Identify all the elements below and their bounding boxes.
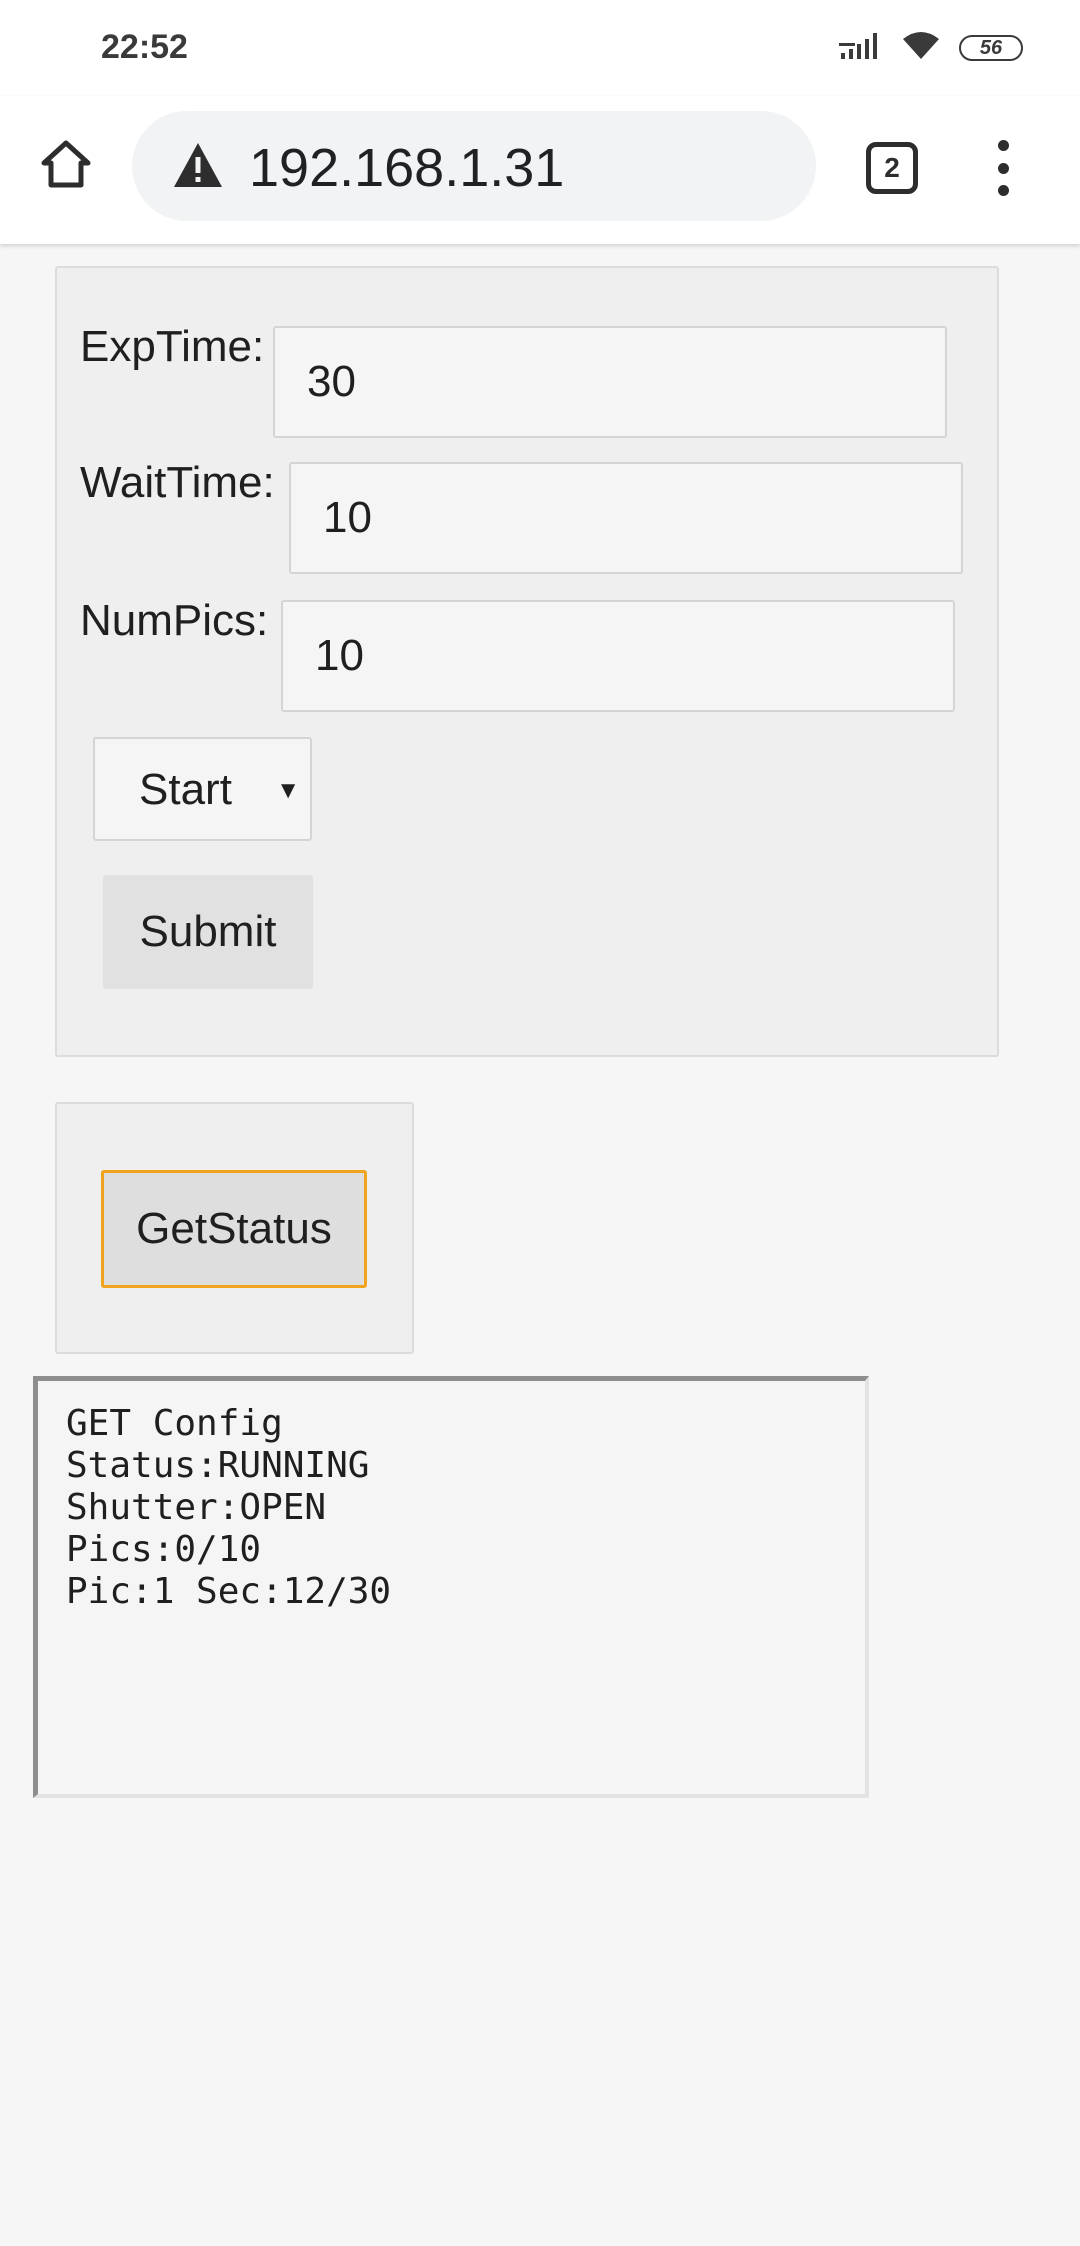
menu-dot [997, 140, 1009, 151]
tab-switcher-button[interactable]: 2 [866, 142, 918, 194]
output-line: GET Config [66, 1403, 283, 1444]
signal-icon [839, 31, 883, 66]
output-line: Shutter:OPEN [66, 1487, 327, 1528]
battery-level: 56 [979, 36, 1003, 59]
output-line: Pic:1 Sec:12/30 [66, 1571, 392, 1612]
menu-dot [997, 162, 1009, 174]
wifi-icon [901, 31, 941, 66]
menu-dot [997, 185, 1009, 196]
output-line: Status:RUNNING [66, 1445, 370, 1486]
num-pics-input[interactable] [281, 600, 955, 712]
more-vert-icon[interactable] [985, 136, 1021, 200]
browser-toolbar: 192.168.1.31 2 [0, 96, 1080, 244]
tabs-count: 2 [884, 152, 900, 183]
status-time: 22:52 [101, 28, 188, 66]
warning-icon[interactable] [172, 141, 224, 189]
exp-time-label: ExpTime: [80, 322, 265, 371]
submit-button[interactable]: Submit [103, 875, 313, 989]
wait-time-label: WaitTime: [80, 458, 275, 507]
exp-time-input[interactable] [273, 326, 947, 438]
url-text: 192.168.1.31 [249, 138, 565, 198]
action-select[interactable]: Start ▼ [93, 737, 312, 841]
action-select-value: Start [139, 765, 232, 814]
chevron-down-icon: ▼ [276, 777, 300, 804]
wait-time-input[interactable] [289, 462, 963, 574]
status-bar: 22:52 56 [0, 0, 1080, 96]
address-bar[interactable]: 192.168.1.31 [132, 111, 816, 221]
home-button[interactable] [36, 136, 96, 196]
output-textarea[interactable]: GET Config Status:RUNNING Shutter:OPEN P… [33, 1376, 869, 1798]
num-pics-label: NumPics: [80, 596, 269, 645]
get-status-button[interactable]: GetStatus [101, 1170, 367, 1288]
output-line: Pics:0/10 [66, 1529, 262, 1570]
home-icon [39, 137, 93, 196]
status-icons: 56 [839, 30, 1023, 66]
config-form: ExpTime: WaitTime: NumPics: Start ▼ Subm… [55, 266, 999, 1057]
status-form: GetStatus [55, 1102, 414, 1354]
battery-icon: 56 [959, 35, 1023, 61]
